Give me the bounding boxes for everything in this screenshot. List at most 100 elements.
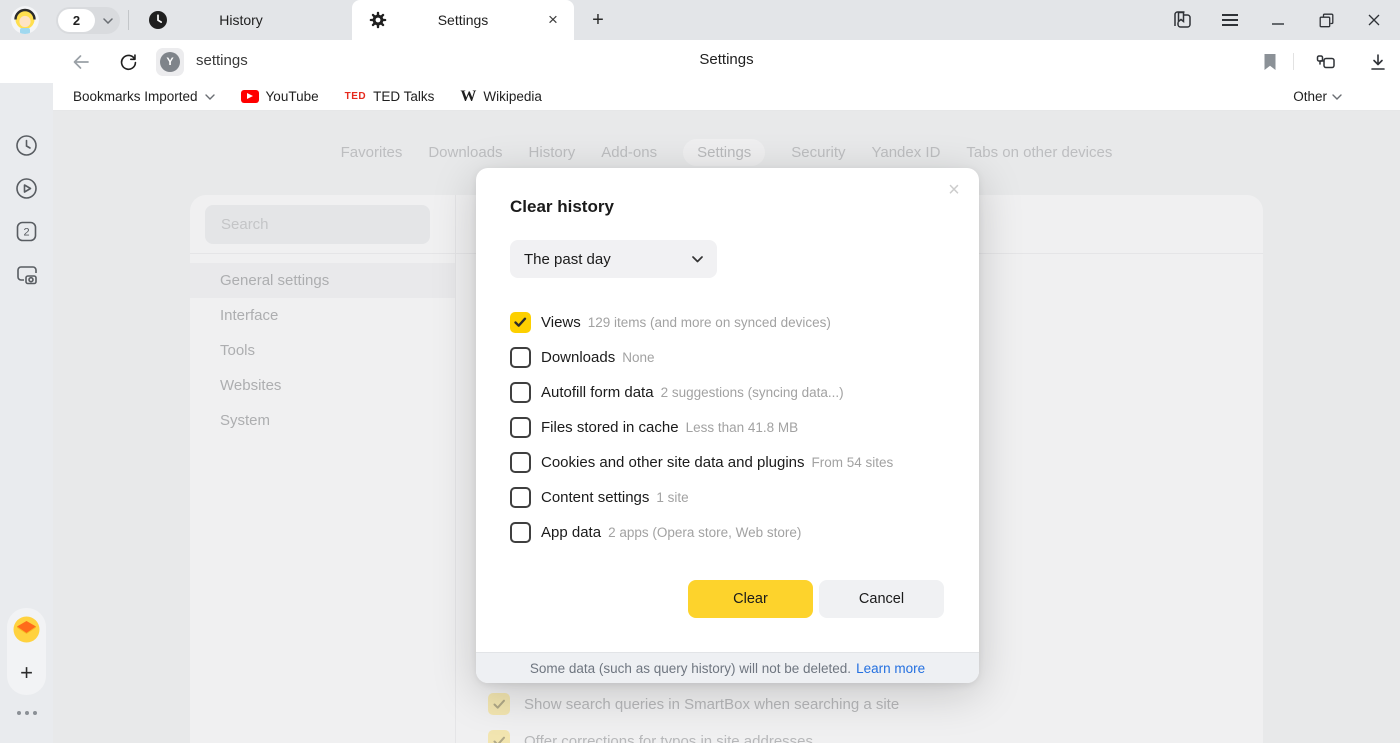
chevron-down-icon [692, 256, 703, 263]
restore-window-icon[interactable] [1302, 0, 1350, 40]
collections-icon[interactable] [1158, 0, 1206, 40]
dialog-title: Clear history [510, 197, 614, 217]
password-manager-icon[interactable] [1313, 49, 1339, 75]
clear-history-dialog: × Clear history The past day Views 129 i… [476, 168, 979, 683]
checkbox-label: App data [541, 524, 601, 541]
page-title: Settings [53, 51, 1400, 68]
history-panel-icon[interactable] [0, 128, 53, 162]
checkbox-icon[interactable] [510, 417, 531, 438]
toolbar-separator [1293, 53, 1294, 70]
close-tab-icon[interactable]: × [542, 9, 564, 31]
checkbox-icon[interactable] [510, 487, 531, 508]
nav-tab-yandex-id[interactable]: Yandex ID [871, 139, 940, 166]
ted-talks-label: TED Talks [373, 89, 434, 104]
dialog-footer: Some data (such as query history) will n… [476, 652, 979, 683]
nav-tab-downloads[interactable]: Downloads [428, 139, 502, 166]
video-player-icon[interactable] [0, 171, 53, 205]
checkbox-label: Autofill form data [541, 384, 654, 401]
sidebar-item-system[interactable]: System [190, 403, 455, 438]
checkbox-label: Files stored in cache [541, 419, 679, 436]
profile-avatar[interactable] [11, 6, 39, 34]
svg-text:2: 2 [23, 226, 29, 238]
settings-search-input[interactable] [205, 205, 430, 244]
time-range-select[interactable]: The past day [510, 240, 717, 278]
tab-settings[interactable]: Settings × [352, 0, 574, 40]
tab-history[interactable]: History [132, 0, 350, 40]
checkbox-row-downloads[interactable]: Downloads None [510, 345, 655, 369]
checkbox-row-content-settings[interactable]: Content settings 1 site [510, 485, 689, 509]
avatar-girl-icon [11, 6, 39, 34]
nav-tab-other-devices[interactable]: Tabs on other devices [966, 139, 1112, 166]
option-label: Offer corrections for typos in site addr… [524, 733, 813, 743]
toolbar: Y settings Settings [53, 40, 1400, 83]
bookmarks-other-folder[interactable]: Other [1293, 89, 1342, 104]
checkbox-row-views[interactable]: Views 129 items (and more on synced devi… [510, 310, 831, 334]
tab-group-pill[interactable]: 2 [56, 7, 120, 34]
new-tab-button[interactable]: + [584, 7, 612, 34]
nav-tab-history[interactable]: History [529, 139, 576, 166]
sidebar-services-pill: + [7, 608, 46, 695]
nav-tab-addons[interactable]: Add-ons [601, 139, 657, 166]
cancel-button[interactable]: Cancel [819, 580, 944, 618]
sidebar-item-interface[interactable]: Interface [190, 298, 455, 333]
learn-more-link[interactable]: Learn more [856, 661, 925, 676]
checkbox-row-app-data[interactable]: App data 2 apps (Opera store, Web store) [510, 520, 801, 544]
dialog-close-icon[interactable]: × [942, 178, 966, 202]
checkbox-detail: 2 suggestions (syncing data...) [661, 385, 844, 400]
checkbox-detail: Less than 41.8 MB [686, 420, 799, 435]
downloads-icon[interactable] [1365, 49, 1391, 75]
menu-icon[interactable] [1206, 0, 1254, 40]
tab-settings-label: Settings [352, 12, 574, 28]
checkbox-row-cache[interactable]: Files stored in cache Less than 41.8 MB [510, 415, 798, 439]
sidebar-item-tools[interactable]: Tools [190, 333, 455, 368]
tab-group-count[interactable]: 2 [58, 9, 95, 32]
other-label: Other [1293, 89, 1327, 104]
bookmark-ted-talks[interactable]: TED TED Talks [345, 89, 435, 104]
checkbox-icon[interactable] [510, 522, 531, 543]
checkbox-row-cookies[interactable]: Cookies and other site data and plugins … [510, 450, 893, 474]
yandex-mail-icon[interactable] [13, 616, 40, 648]
checkbox-detail: 2 apps (Opera store, Web store) [608, 525, 801, 540]
sidebar-more-icon[interactable] [0, 711, 53, 715]
add-service-button[interactable]: + [7, 660, 46, 686]
bookmarks-imported-folder[interactable]: Bookmarks Imported [73, 89, 215, 104]
footer-note: Some data (such as query history) will n… [530, 661, 851, 676]
youtube-icon [241, 90, 259, 103]
bookmark-flag-icon[interactable] [1257, 49, 1283, 75]
checkbox-icon[interactable] [510, 347, 531, 368]
checkbox-detail: 1 site [656, 490, 688, 505]
option-smartbox-queries[interactable]: Show search queries in SmartBox when sea… [488, 693, 899, 715]
checkbox-label: Views [541, 314, 581, 331]
tabs-panel-icon[interactable]: 2 [0, 214, 53, 248]
tab-strip: 2 History [0, 0, 1400, 40]
checkbox-icon[interactable] [510, 312, 531, 333]
bookmarks-imported-label: Bookmarks Imported [73, 89, 198, 104]
browser-window: 2 History [0, 0, 1400, 743]
checked-checkbox-icon [488, 730, 510, 743]
sidebar-item-general-settings[interactable]: General settings [190, 263, 455, 298]
time-range-value: The past day [524, 251, 611, 268]
sidebar-item-websites[interactable]: Websites [190, 368, 455, 403]
checkbox-label: Content settings [541, 489, 649, 506]
bookmark-wikipedia[interactable]: W Wikipedia [460, 88, 542, 106]
settings-nav-tabs: Favorites Downloads History Add-ons Sett… [190, 139, 1263, 166]
chevron-down-icon[interactable] [95, 18, 120, 24]
checkbox-icon[interactable] [510, 452, 531, 473]
bookmark-youtube[interactable]: YouTube [241, 89, 319, 104]
wikipedia-icon: W [460, 88, 476, 106]
option-typo-corrections[interactable]: Offer corrections for typos in site addr… [488, 730, 813, 743]
minimize-icon[interactable] [1254, 0, 1302, 40]
nav-tab-security[interactable]: Security [791, 139, 845, 166]
checkbox-row-autofill[interactable]: Autofill form data 2 suggestions (syncin… [510, 380, 844, 404]
bookmarks-bar: Bookmarks Imported YouTube TED TED Talks… [53, 83, 1400, 111]
checkbox-icon[interactable] [510, 382, 531, 403]
close-window-icon[interactable] [1350, 0, 1398, 40]
clear-button[interactable]: Clear [688, 580, 813, 618]
screenshot-icon[interactable] [0, 258, 53, 292]
ted-icon: TED [345, 91, 367, 102]
nav-tab-favorites[interactable]: Favorites [341, 139, 403, 166]
nav-tab-settings[interactable]: Settings [683, 139, 765, 166]
checkbox-detail: 129 items (and more on synced devices) [588, 315, 831, 330]
checked-checkbox-icon [488, 693, 510, 715]
checkbox-label: Cookies and other site data and plugins [541, 454, 805, 471]
